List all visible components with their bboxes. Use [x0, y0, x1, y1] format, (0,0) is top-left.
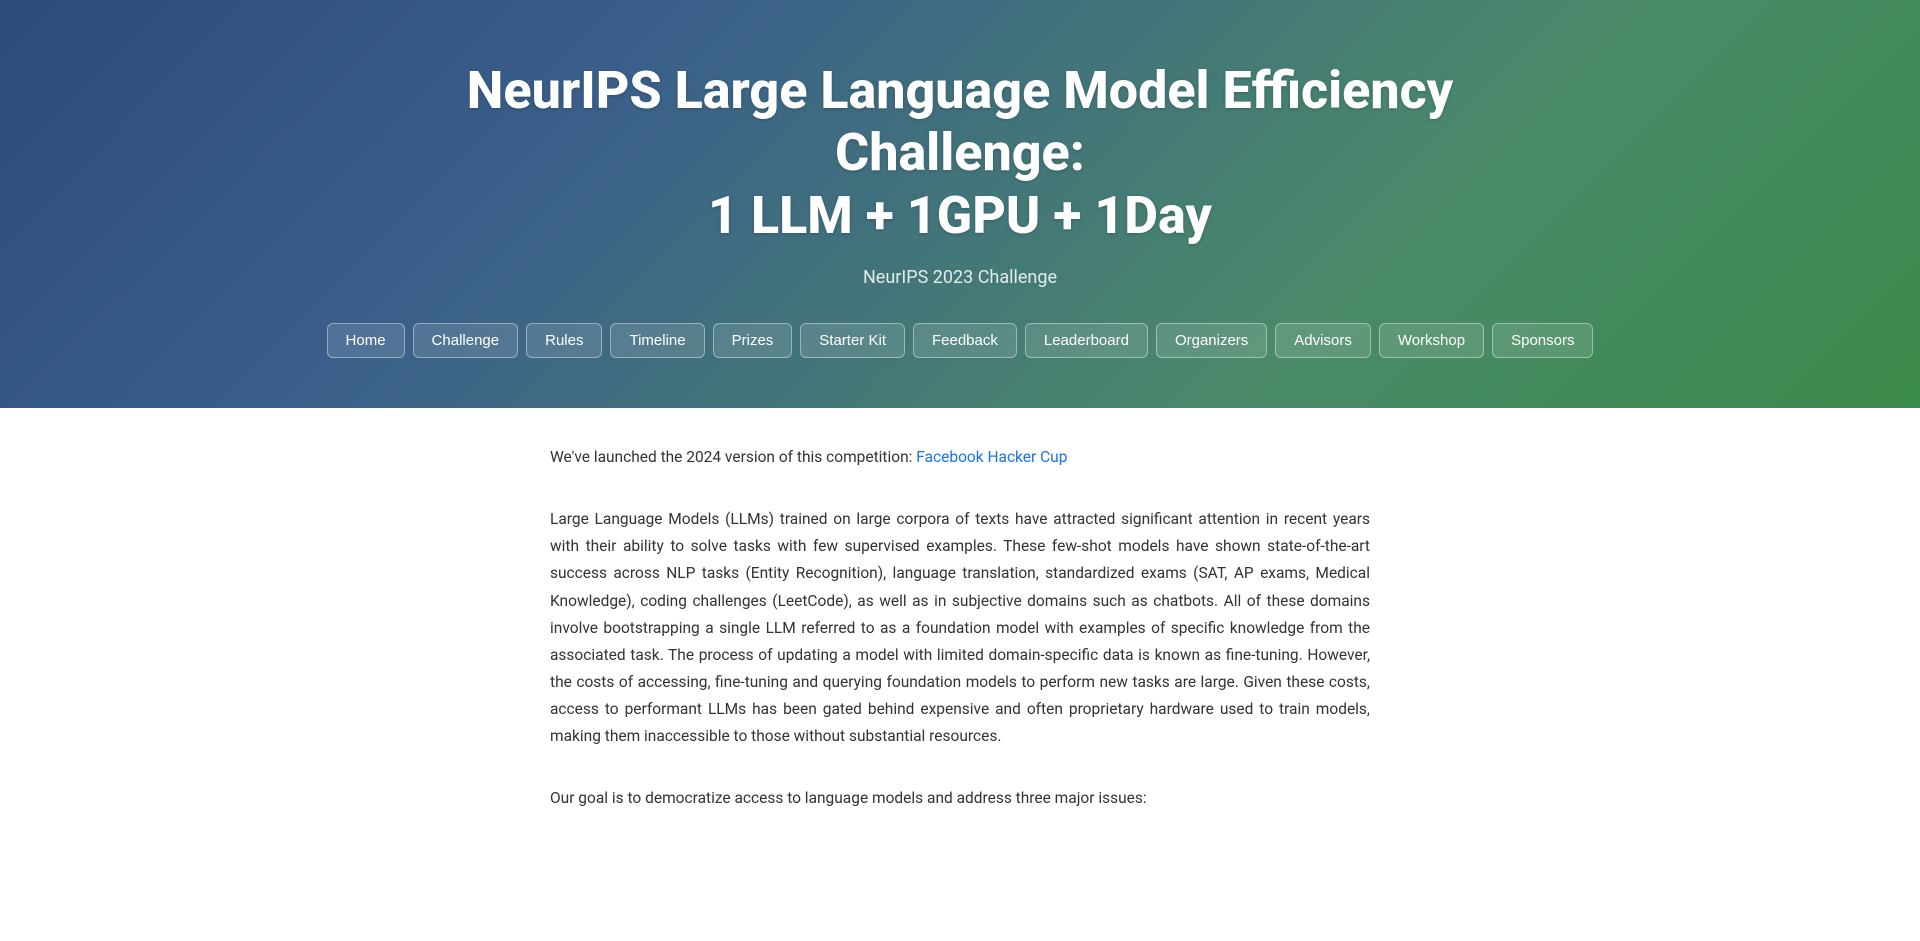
hero-section: NeurIPS Large Language Model Efficiency … [0, 0, 1920, 408]
launch-notice: We've launched the 2024 version of this … [550, 448, 1370, 466]
nav-item-workshop[interactable]: Workshop [1379, 323, 1484, 358]
nav-item-organizers[interactable]: Organizers [1156, 323, 1267, 358]
nav-item-timeline[interactable]: Timeline [610, 323, 704, 358]
nav-item-sponsors[interactable]: Sponsors [1492, 323, 1593, 358]
nav-item-leaderboard[interactable]: Leaderboard [1025, 323, 1148, 358]
facebook-hacker-cup-link[interactable]: Facebook Hacker Cup [916, 448, 1067, 466]
nav-item-home[interactable]: Home [327, 323, 405, 358]
nav-item-prizes[interactable]: Prizes [713, 323, 793, 358]
goal-paragraph: Our goal is to democratize access to lan… [550, 785, 1370, 812]
nav-item-advisors[interactable]: Advisors [1275, 323, 1371, 358]
body-paragraph: Large Language Models (LLMs) trained on … [550, 506, 1370, 750]
hero-subtitle: NeurIPS 2023 Challenge [863, 267, 1057, 288]
nav-item-feedback[interactable]: Feedback [913, 323, 1017, 358]
hero-title: NeurIPS Large Language Model Efficiency … [460, 60, 1460, 247]
main-content: We've launched the 2024 version of this … [530, 408, 1390, 882]
nav-item-rules[interactable]: Rules [526, 323, 602, 358]
nav-item-challenge[interactable]: Challenge [413, 323, 519, 358]
navigation: HomeChallengeRulesTimeline PrizesStarter … [307, 323, 1614, 358]
nav-item-starter-kit[interactable]: Starter Kit [800, 323, 905, 358]
